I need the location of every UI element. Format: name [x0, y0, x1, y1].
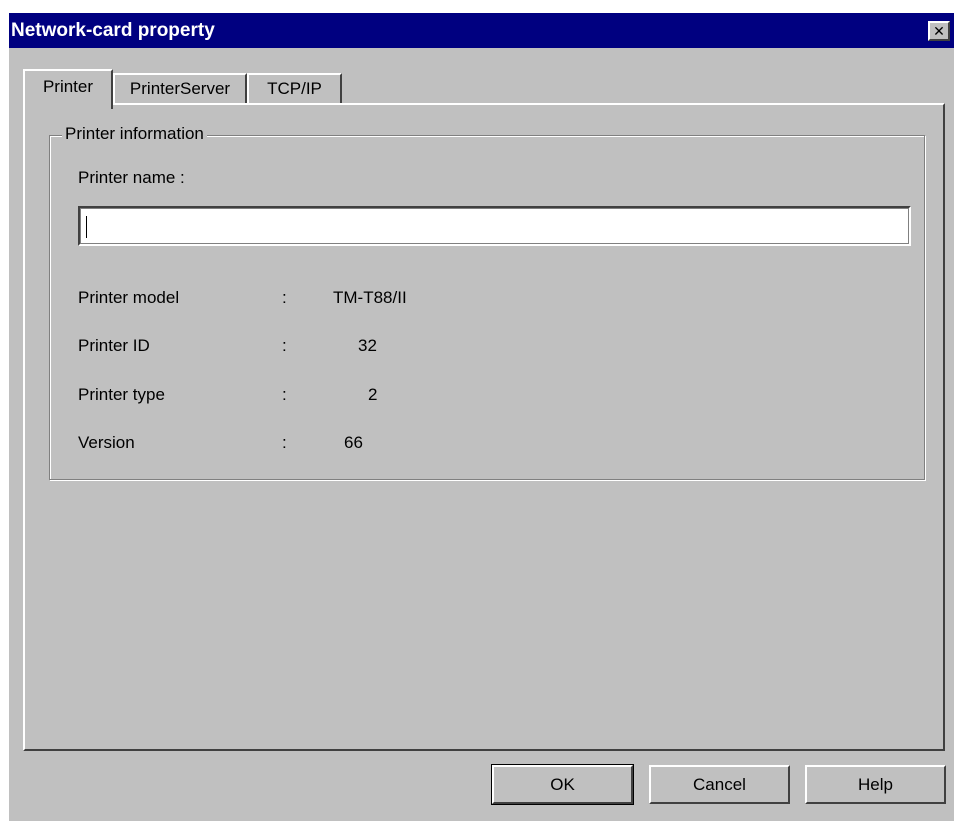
- title-bar[interactable]: Network-card property ✕: [9, 13, 954, 48]
- printer-id-value: 32: [358, 336, 377, 355]
- tab-printerserver[interactable]: PrinterServer: [113, 73, 247, 105]
- printer-name-input[interactable]: [78, 206, 911, 246]
- row-separator: :: [282, 385, 287, 404]
- tab-printer[interactable]: Printer: [23, 69, 113, 109]
- network-card-property-dialog: Network-card property ✕ Printer PrinterS…: [9, 13, 954, 821]
- version-value: 66: [344, 433, 363, 452]
- printer-model-label: Printer model: [78, 288, 180, 307]
- group-title: Printer information: [62, 124, 207, 144]
- row-separator: :: [282, 288, 287, 307]
- close-icon[interactable]: ✕: [928, 21, 950, 41]
- printer-tab-panel: Printer information Printer name : Print…: [23, 103, 945, 751]
- window-title: Network-card property: [11, 20, 215, 41]
- close-glyph: ✕: [933, 23, 945, 39]
- printer-name-label: Printer name :: [78, 168, 185, 187]
- printer-id-label: Printer ID: [78, 336, 150, 355]
- printer-information-group: Printer information Printer name : Print…: [49, 124, 925, 480]
- help-button[interactable]: Help: [805, 765, 946, 804]
- tab-tcpip[interactable]: TCP/IP: [247, 73, 342, 105]
- row-separator: :: [282, 336, 287, 355]
- printer-model-value: TM-T88/II: [333, 288, 407, 307]
- printer-type-label: Printer type: [78, 385, 165, 404]
- version-label: Version: [78, 433, 135, 452]
- printer-type-value: 2: [368, 385, 378, 404]
- cancel-button[interactable]: Cancel: [649, 765, 790, 804]
- row-separator: :: [282, 433, 287, 452]
- ok-button[interactable]: OK: [491, 764, 634, 805]
- text-caret: [86, 216, 87, 238]
